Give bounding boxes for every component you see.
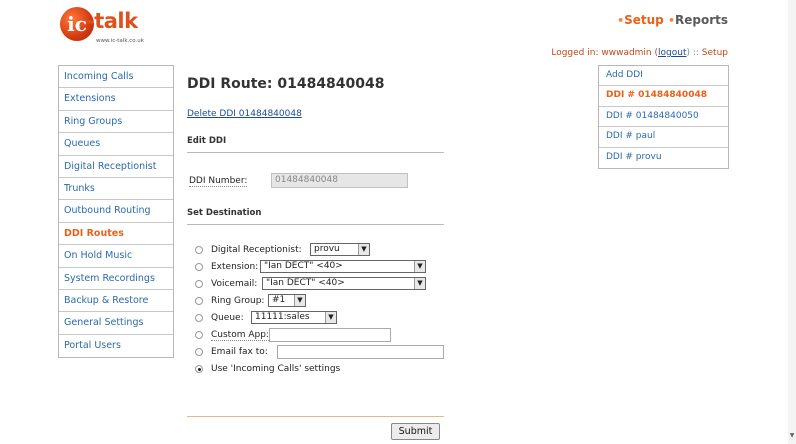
login-status: Logged in: wwwadmin (logout) :: Setup bbox=[551, 48, 728, 58]
sidebar-nav: Incoming Calls Extensions Ring Groups Qu… bbox=[58, 65, 174, 359]
select-ring-group-value: #1 bbox=[272, 295, 286, 305]
sidebar-item-incoming-calls[interactable]: Incoming Calls bbox=[59, 66, 173, 89]
ddi-list-panel: Add DDI DDI # 01484840048 DDI # 01484840… bbox=[598, 65, 729, 169]
sidebar-item-general-settings[interactable]: General Settings bbox=[59, 312, 173, 335]
select-voicemail[interactable]: "Ian DECT" <40> ▼ bbox=[262, 277, 426, 290]
main-content: DDI Route: 01484840048 Delete DDI 014848… bbox=[187, 76, 447, 374]
destination-queue: Queue: 11111:sales ▼ bbox=[195, 310, 455, 327]
select-voicemail-value: "Ian DECT" <40> bbox=[266, 278, 345, 288]
label-ring-group: Ring Group: bbox=[211, 296, 265, 306]
sidebar-item-on-hold-music[interactable]: On Hold Music bbox=[59, 245, 173, 268]
select-queue[interactable]: 11111:sales ▼ bbox=[251, 311, 337, 324]
radio-custom-app[interactable] bbox=[195, 331, 203, 339]
label-incoming-calls: Use 'Incoming Calls' settings bbox=[211, 364, 341, 374]
radio-ring-group[interactable] bbox=[195, 297, 203, 305]
chevron-down-icon: ▼ bbox=[414, 261, 425, 272]
radio-queue[interactable] bbox=[195, 314, 203, 322]
sidebar-item-digital-receptionist[interactable]: Digital Receptionist bbox=[59, 156, 173, 178]
destination-custom-app: Custom App: bbox=[195, 327, 455, 344]
ddi-list-item-add[interactable]: Add DDI bbox=[599, 66, 728, 87]
top-navigation: •Setup •Reports bbox=[617, 13, 728, 27]
set-destination-heading: Set Destination bbox=[187, 208, 444, 225]
label-email-fax: Email fax to: bbox=[211, 347, 268, 357]
label-extension: Extension: bbox=[211, 262, 259, 272]
sidebar-item-extensions[interactable]: Extensions bbox=[59, 88, 173, 111]
chevron-down-icon: ▼ bbox=[358, 244, 369, 255]
select-extension[interactable]: "Ian DECT" <40> ▼ bbox=[260, 260, 426, 273]
select-digital-receptionist[interactable]: provu ▼ bbox=[310, 243, 370, 256]
ddi-number-input[interactable]: 01484840048 bbox=[271, 173, 408, 188]
sidebar-item-queues[interactable]: Queues bbox=[59, 133, 173, 156]
radio-extension[interactable] bbox=[195, 263, 203, 271]
submit-button[interactable]: Submit bbox=[391, 423, 440, 440]
custom-app-input[interactable] bbox=[269, 328, 391, 342]
select-extension-value: "Ian DECT" <40> bbox=[264, 261, 343, 271]
chevron-down-icon: ▼ bbox=[414, 278, 425, 289]
sidebar-item-system-recordings[interactable]: System Recordings bbox=[59, 268, 173, 290]
form-divider bbox=[187, 416, 444, 417]
chevron-down-icon: ▼ bbox=[325, 312, 336, 323]
login-suffix: ) :: bbox=[686, 48, 699, 58]
page-scrollbar[interactable]: ▼ bbox=[788, 0, 796, 444]
ddi-number-label: DDI Number: bbox=[189, 176, 248, 187]
sidebar-item-outbound-routing[interactable]: Outbound Routing bbox=[59, 200, 173, 223]
radio-voicemail[interactable] bbox=[195, 280, 203, 288]
destination-extension: Extension: "Ian DECT" <40> ▼ bbox=[195, 259, 455, 276]
radio-email-fax[interactable] bbox=[195, 348, 203, 356]
label-queue: Queue: bbox=[211, 313, 244, 323]
sidebar-item-backup-restore[interactable]: Backup & Restore bbox=[59, 290, 173, 313]
radio-incoming-calls[interactable] bbox=[195, 365, 203, 373]
reports-link[interactable]: Reports bbox=[675, 13, 728, 27]
edit-ddi-heading: Edit DDI bbox=[187, 136, 444, 153]
sidebar-item-ddi-routes[interactable]: DDI Routes bbox=[59, 223, 173, 246]
delete-ddi-link[interactable]: Delete DDI 01484840048 bbox=[187, 109, 302, 119]
destination-options: Digital Receptionist: provu ▼ Extension:… bbox=[195, 242, 455, 378]
login-prefix: Logged in: wwwadmin ( bbox=[551, 48, 659, 58]
ddi-list-item[interactable]: DDI # paul bbox=[599, 127, 728, 148]
bullet-icon: • bbox=[667, 14, 675, 27]
sidebar-item-trunks[interactable]: Trunks bbox=[59, 178, 173, 201]
label-digital-receptionist: Digital Receptionist: bbox=[211, 245, 302, 255]
chevron-down-icon: ▼ bbox=[294, 295, 305, 306]
setup-link[interactable]: Setup bbox=[624, 13, 664, 27]
sidebar-item-ring-groups[interactable]: Ring Groups bbox=[59, 111, 173, 134]
ddi-list-item[interactable]: DDI # 01484840050 bbox=[599, 107, 728, 128]
select-queue-value: 11111:sales bbox=[255, 312, 310, 322]
logo-url: www.ic-talk.co.uk bbox=[96, 38, 144, 44]
label-voicemail: Voicemail: bbox=[211, 279, 258, 289]
destination-digital-receptionist: Digital Receptionist: provu ▼ bbox=[195, 242, 455, 259]
destination-email-fax: Email fax to: bbox=[195, 344, 455, 361]
ddi-number-row: DDI Number: 01484840048 bbox=[189, 173, 419, 191]
email-fax-input[interactable] bbox=[277, 345, 444, 359]
select-ring-group[interactable]: #1 ▼ bbox=[268, 294, 306, 307]
destination-voicemail: Voicemail: "Ian DECT" <40> ▼ bbox=[195, 276, 455, 293]
scroll-down-icon[interactable]: ▼ bbox=[788, 432, 796, 442]
login-setup: Setup bbox=[701, 48, 728, 58]
destination-incoming-calls: Use 'Incoming Calls' settings bbox=[195, 361, 455, 378]
ddi-list-item[interactable]: DDI # provu bbox=[599, 148, 728, 168]
page-title: DDI Route: 01484840048 bbox=[187, 76, 385, 92]
ddi-list-item[interactable]: DDI # 01484840048 bbox=[599, 86, 728, 107]
radio-digital-receptionist[interactable] bbox=[195, 246, 203, 254]
destination-ring-group: Ring Group: #1 ▼ bbox=[195, 293, 455, 310]
logout-link[interactable]: logout bbox=[658, 48, 686, 58]
logo-word: -talk bbox=[86, 9, 138, 33]
label-custom-app: Custom App: bbox=[211, 330, 269, 341]
ic-talk-logo[interactable]: ic -talk www.ic-talk.co.uk bbox=[60, 6, 160, 48]
sidebar-item-portal-users[interactable]: Portal Users bbox=[59, 335, 173, 357]
select-digital-receptionist-value: provu bbox=[314, 244, 340, 254]
